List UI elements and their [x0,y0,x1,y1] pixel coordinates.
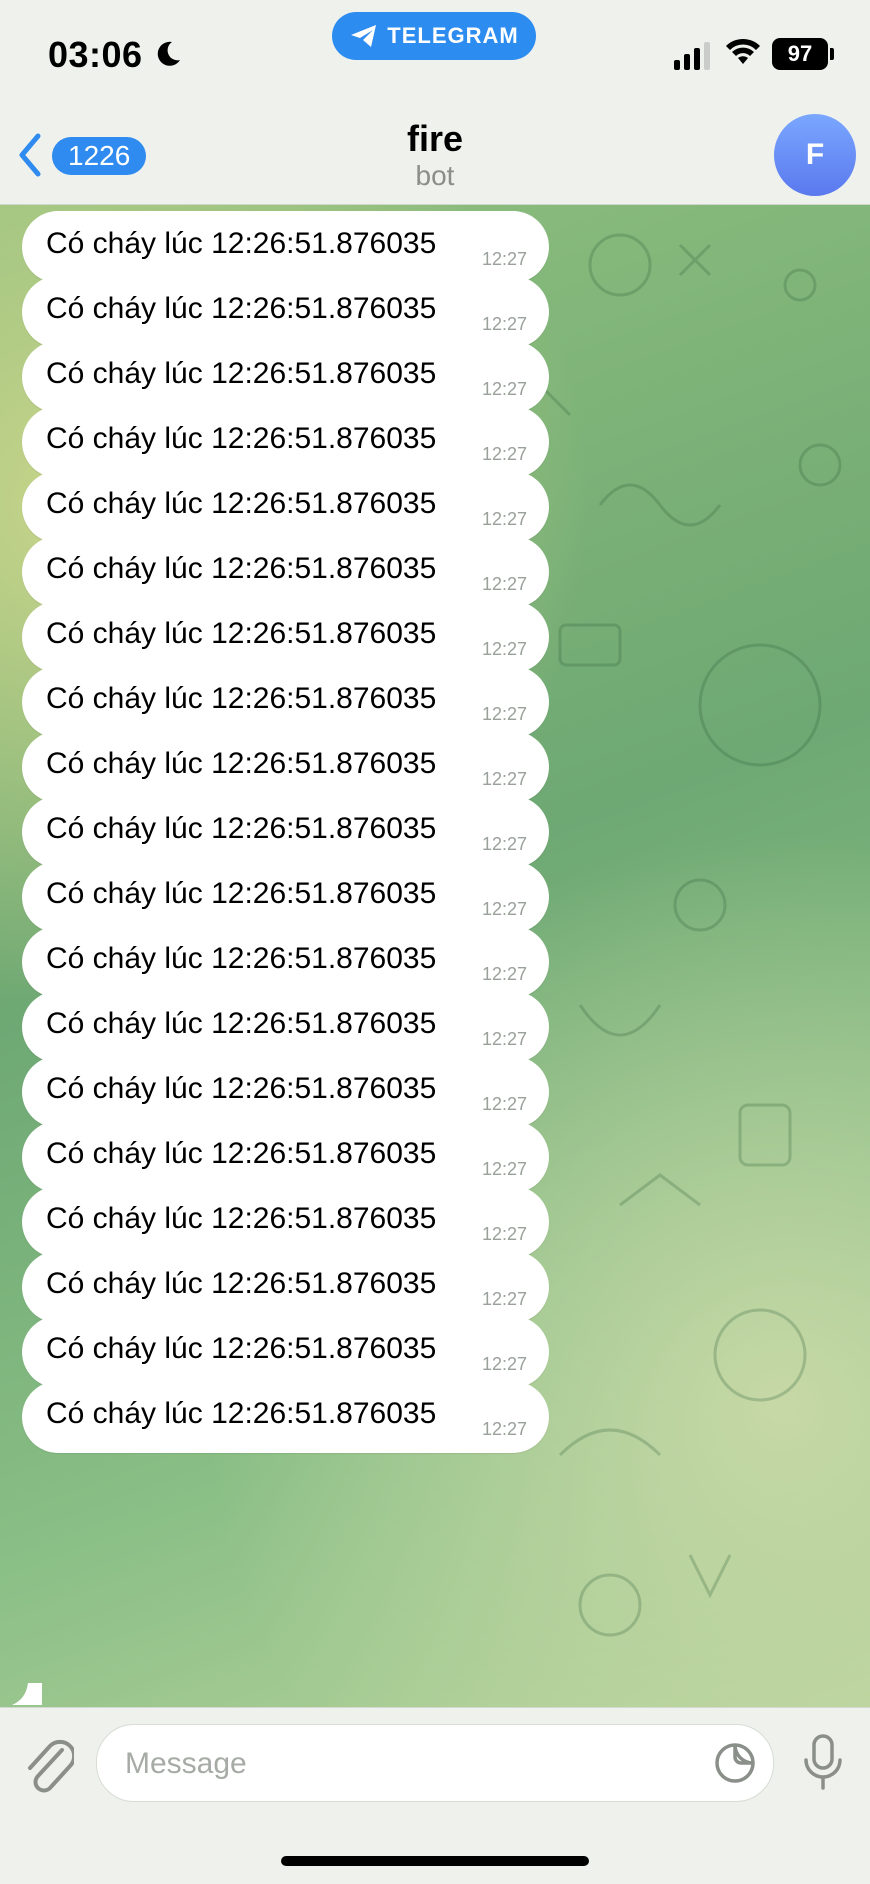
message-time: 12:27 [481,1029,527,1049]
message-bubble[interactable]: Có cháy lúc 12:26:51.876035 12:27 [22,341,549,413]
message-time: 12:27 [481,1289,527,1309]
message-bubble[interactable]: Có cháy lúc 12:26:51.876035 12:27 [22,1186,549,1258]
message-time: 12:27 [481,1224,527,1244]
wifi-icon [726,38,760,64]
telegram-icon [351,25,377,47]
avatar[interactable]: F [774,114,856,196]
message-list[interactable]: Có cháy lúc 12:26:51.876035 12:27 Có cháy … [0,205,870,1707]
message-time: 12:27 [481,899,527,919]
moon-icon [157,41,180,66]
message-text: Có cháy lúc 12:26:51.876035 [46,617,437,650]
message-bubble[interactable]: Có cháy lúc 12:26:51.876035 12:27 [22,276,549,348]
message-text: Có cháy lúc 12:26:51.876035 [46,357,437,390]
microphone-icon[interactable] [798,1732,848,1794]
message-time: 12:27 [481,249,527,269]
message-bubble[interactable]: Có cháy lúc 12:26:51.876035 12:27 [22,731,549,803]
message-bubble[interactable]: Có cháy lúc 12:26:51.876035 12:27 [22,1251,549,1323]
message-time: 12:27 [481,509,527,529]
message-input[interactable] [123,1743,687,1785]
battery-level: 97 [787,41,813,66]
chat-title[interactable]: fire [0,118,870,160]
paperclip-icon[interactable] [22,1736,74,1796]
message-text: Có cháy lúc 12:26:51.876035 [46,1007,437,1040]
message-text: Có cháy lúc 12:26:51.876035 [46,227,437,260]
message-bubble[interactable]: Có cháy lúc 12:26:51.876035 12:27 [22,1381,549,1453]
message-time: 12:27 [481,639,527,659]
telegram-label: TELEGRAM [387,23,519,48]
message-time: 12:27 [481,834,527,854]
signal-icon [674,42,710,70]
message-text: Có cháy lúc 12:26:51.876035 [46,1202,437,1235]
bubble-tail [12,1683,42,1705]
clock: 03:06 [48,34,143,75]
message-bubble[interactable]: Có cháy lúc 12:26:51.876035 12:27 [22,406,549,478]
message-bubble[interactable]: Có cháy lúc 12:26:51.876035 12:27 [22,1121,549,1193]
message-bubble[interactable]: Có cháy lúc 12:26:51.876035 12:27 [22,666,549,738]
message-time: 12:27 [481,379,527,399]
message-text: Có cháy lúc 12:26:51.876035 [46,682,437,715]
message-bubble[interactable]: Có cháy lúc 12:26:51.876035 12:27 [22,601,549,673]
message-bubble[interactable]: Có cháy lúc 12:26:51.876035 12:27 [22,926,549,998]
message-time: 12:27 [481,574,527,594]
message-bubble[interactable]: Có cháy lúc 12:26:51.876035 12:27 [22,536,549,608]
battery-icon: 97 [772,38,828,70]
message-text: Có cháy lúc 12:26:51.876035 [46,877,437,910]
message-bubble[interactable]: Có cháy lúc 12:26:51.876035 12:27 [22,796,549,868]
message-time: 12:27 [481,1419,527,1439]
chat-subtitle: bot [415,160,455,191]
message-time: 12:27 [481,964,527,984]
message-text: Có cháy lúc 12:26:51.876035 [46,487,437,520]
message-text: Có cháy lúc 12:26:51.876035 [46,1137,437,1170]
avatar-letter: F [805,138,825,171]
status-bar: 03:06 TELEGRAM 97 [0,0,870,108]
message-bubble[interactable]: Có cháy lúc 12:26:51.876035 12:27 [22,211,549,283]
message-time: 12:27 [481,1159,527,1179]
home-indicator [281,1856,589,1866]
message-text: Có cháy lúc 12:26:51.876035 [46,1332,437,1365]
message-text: Có cháy lúc 12:26:51.876035 [46,292,437,325]
telegram-return-pill[interactable]: TELEGRAM [332,12,536,60]
message-text: Có cháy lúc 12:26:51.876035 [46,1397,437,1430]
composer-bar [0,1707,870,1884]
message-text: Có cháy lúc 12:26:51.876035 [46,1072,437,1105]
message-time: 12:27 [481,704,527,724]
message-text: Có cháy lúc 12:26:51.876035 [46,422,437,455]
message-time: 12:27 [481,1094,527,1114]
message-time: 12:27 [481,769,527,789]
message-time: 12:27 [481,1354,527,1374]
message-bubble[interactable]: Có cháy lúc 12:26:51.876035 12:27 [22,861,549,933]
message-field[interactable] [96,1724,774,1802]
chat-header: 1226 fire bot F [0,108,870,205]
message-text: Có cháy lúc 12:26:51.876035 [46,747,437,780]
message-time: 12:27 [481,314,527,334]
message-bubble[interactable]: Có cháy lúc 12:26:51.876035 12:27 [22,1316,549,1388]
message-bubble[interactable]: Có cháy lúc 12:26:51.876035 12:27 [22,1056,549,1128]
sticker-icon[interactable] [713,1741,757,1785]
message-text: Có cháy lúc 12:26:51.876035 [46,942,437,975]
message-bubble[interactable]: Có cháy lúc 12:26:51.876035 12:27 [22,471,549,543]
battery-tip [830,48,834,60]
message-text: Có cháy lúc 12:26:51.876035 [46,1267,437,1300]
message-text: Có cháy lúc 12:26:51.876035 [46,812,437,845]
message-text: Có cháy lúc 12:26:51.876035 [46,552,437,585]
message-time: 12:27 [481,444,527,464]
message-bubble[interactable]: Có cháy lúc 12:26:51.876035 12:27 [22,991,549,1063]
